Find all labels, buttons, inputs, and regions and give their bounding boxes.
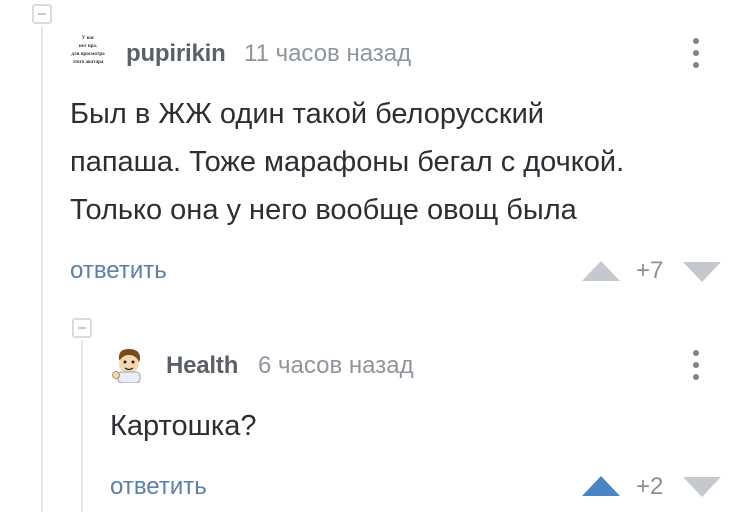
svg-text:нет пра.: нет пра. bbox=[79, 44, 98, 49]
rating-count: +7 bbox=[636, 257, 664, 284]
comment-text-line: Только она у него вообще овощ была bbox=[70, 194, 577, 226]
comment-text-line: Картошка? bbox=[110, 410, 257, 442]
cartoon-character-avatar-icon bbox=[112, 349, 141, 384]
avatar bbox=[110, 345, 148, 384]
svg-text:для просмотра: для просмотра bbox=[71, 52, 105, 57]
comment: У нас нет пра. для просмотра этого авата… bbox=[0, 0, 750, 300]
avatar: У нас нет пра. для просмотра этого авата… bbox=[66, 33, 110, 69]
comment-text: Был в ЖЖ один такой белорусский папаша. … bbox=[70, 90, 730, 234]
username[interactable]: Health bbox=[166, 352, 238, 380]
downvote-icon[interactable] bbox=[683, 262, 721, 282]
rating-count: +2 bbox=[636, 473, 664, 500]
timestamp[interactable]: 6 часов назад bbox=[258, 352, 414, 380]
timestamp[interactable]: 11 часов назад bbox=[244, 40, 411, 68]
comment-text-line: Был в ЖЖ один такой белорусский bbox=[70, 98, 544, 130]
comment-reply: Health 6 часов назад Картошка? ответить … bbox=[0, 300, 750, 512]
text-meme-avatar-icon: У нас нет пра. для просмотра этого авата… bbox=[71, 36, 105, 65]
svg-text:У нас: У нас bbox=[82, 36, 95, 41]
upvote-icon[interactable] bbox=[582, 476, 620, 496]
upvote-icon[interactable] bbox=[582, 261, 620, 281]
comment-text-line: папаша. Тоже марафоны бегал с дочкой. bbox=[70, 146, 625, 178]
reply-button[interactable]: ответить bbox=[110, 473, 207, 501]
username[interactable]: pupirikin bbox=[126, 40, 226, 68]
more-options-icon[interactable] bbox=[691, 38, 701, 72]
svg-text:этого аватара: этого аватара bbox=[73, 60, 104, 65]
reply-button[interactable]: ответить bbox=[70, 257, 167, 285]
downvote-icon[interactable] bbox=[683, 477, 721, 497]
more-options-icon[interactable] bbox=[691, 350, 701, 384]
comment-text: Картошка? bbox=[110, 402, 256, 450]
